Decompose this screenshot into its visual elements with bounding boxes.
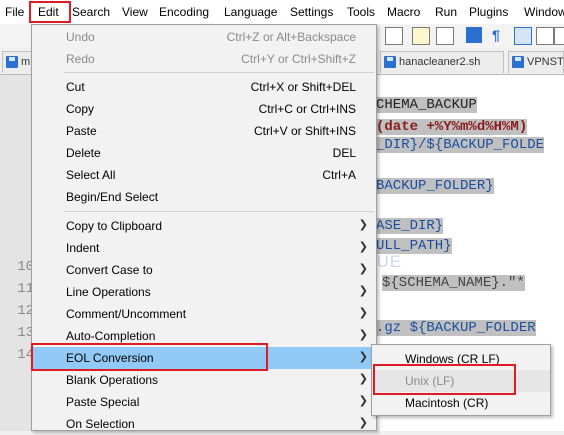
menu-run[interactable]: Run xyxy=(435,5,457,19)
code-line: (date +%Y%m%d%H%M) xyxy=(376,119,528,135)
copy-doc-icon[interactable] xyxy=(385,27,403,45)
submenu-arrow-icon: ❯ xyxy=(358,263,368,275)
folder-workspace-icon[interactable] xyxy=(554,27,564,45)
code-line: ASE_DIR} xyxy=(376,218,444,234)
submenu-arrow-icon: ❯ xyxy=(358,373,368,385)
code-line: ULL_PATH} xyxy=(376,238,452,254)
menu-item-label: Convert Case to xyxy=(66,263,153,277)
submenu-arrow-icon: ❯ xyxy=(358,307,368,319)
menu-item-label: On Selection xyxy=(66,417,135,431)
menu-item-shortcut: Ctrl+C or Ctrl+INS xyxy=(258,102,356,116)
menu-separator xyxy=(64,72,374,73)
submenu-arrow-icon: ❯ xyxy=(358,329,368,341)
menu-settings[interactable]: Settings xyxy=(290,5,333,19)
menu-item-label: Select All xyxy=(66,168,116,182)
tab-file-1[interactable]: m xyxy=(2,51,32,73)
menu-item-label: Paste xyxy=(66,124,97,138)
menu-item-begin-end-select[interactable]: Begin/End Select xyxy=(32,186,376,208)
tab-label: hanacleaner2.sh xyxy=(399,56,481,68)
submenu-arrow-icon: ❯ xyxy=(358,285,368,297)
menu-item-label: Cut xyxy=(66,80,85,94)
code-line: ${SCHEMA_NAME}."* xyxy=(382,275,525,291)
submenu-arrow-icon: ❯ xyxy=(358,417,368,429)
submenu-arrow-icon: ❯ xyxy=(358,241,368,253)
menu-window[interactable]: Window xyxy=(524,5,564,19)
menu-language[interactable]: Language xyxy=(224,5,277,19)
menubar: File Edit Search View Encoding Language … xyxy=(0,0,564,24)
menu-item-comment-uncomment[interactable]: Comment/Uncomment ❯ xyxy=(32,303,376,325)
tab-label: VPNST xyxy=(527,56,564,68)
tab-label: m xyxy=(21,56,31,68)
menu-item-select-all[interactable]: Select All Ctrl+A xyxy=(32,164,376,186)
submenu-item-macintosh-cr[interactable]: Macintosh (CR) xyxy=(372,392,550,414)
menu-item-label: Indent xyxy=(66,241,100,255)
menu-item-label: Delete xyxy=(66,146,101,160)
menu-item-shortcut: Ctrl+Z or Alt+Backspace xyxy=(226,30,356,44)
menu-item-redo[interactable]: Redo Ctrl+Y or Ctrl+Shift+Z xyxy=(32,48,376,70)
menu-item-copy[interactable]: Copy Ctrl+C or Ctrl+INS xyxy=(32,98,376,120)
indent-guide-icon[interactable] xyxy=(514,27,532,45)
document-map-icon[interactable] xyxy=(436,27,454,45)
show-all-chars-icon[interactable]: ¶ xyxy=(488,27,504,43)
submenu-item-label: Macintosh (CR) xyxy=(405,396,489,410)
menu-item-cut[interactable]: Cut Ctrl+X or Shift+DEL xyxy=(32,76,376,98)
menu-encoding[interactable]: Encoding xyxy=(159,5,209,19)
menu-item-blank-operations[interactable]: Blank Operations ❯ xyxy=(32,369,376,391)
menu-item-label: Undo xyxy=(66,30,95,44)
menu-item-shortcut: Ctrl+V or Shift+INS xyxy=(253,124,356,138)
menu-item-convert-case[interactable]: Convert Case to ❯ xyxy=(32,259,376,281)
code-line: BACKUP_FOLDER} xyxy=(376,178,494,194)
tab-vpnst[interactable]: VPNST xyxy=(508,51,564,73)
menu-item-label: Paste Special xyxy=(66,395,140,409)
menu-item-label: Line Operations xyxy=(66,285,151,299)
menu-plugins[interactable]: Plugins xyxy=(469,5,508,19)
menu-file[interactable]: File xyxy=(5,5,24,19)
menu-item-on-selection[interactable]: On Selection ❯ xyxy=(32,413,376,435)
menu-item-paste-special[interactable]: Paste Special ❯ xyxy=(32,391,376,413)
menu-item-shortcut: DEL xyxy=(332,146,356,160)
code-line: _DIR}/${BACKUP_FOLDE xyxy=(376,137,545,153)
submenu-arrow-icon: ❯ xyxy=(358,395,368,407)
menu-macro[interactable]: Macro xyxy=(387,5,420,19)
wrap-icon[interactable] xyxy=(466,27,482,43)
file-saved-icon xyxy=(6,56,18,68)
menu-tools[interactable]: Tools xyxy=(347,5,375,19)
submenu-arrow-icon: ❯ xyxy=(358,351,368,363)
sync-scroll-icon[interactable] xyxy=(412,27,430,45)
submenu-arrow-icon: ❯ xyxy=(358,219,368,231)
menu-item-label: Comment/Uncomment xyxy=(66,307,187,321)
menu-item-delete[interactable]: Delete DEL xyxy=(32,142,376,164)
menu-item-shortcut: Ctrl+A xyxy=(322,168,356,182)
unix-lf-highlight-box xyxy=(373,364,516,395)
file-saved-icon xyxy=(512,56,524,68)
menu-item-shortcut: Ctrl+X or Shift+DEL xyxy=(250,80,356,94)
menu-item-label: Begin/End Select xyxy=(66,190,159,204)
menu-item-label: Blank Operations xyxy=(66,373,159,387)
code-line: .gz ${BACKUP_FOLDER xyxy=(376,320,536,336)
menu-item-label: Auto-Completion xyxy=(66,329,156,343)
tab-hanacleaner[interactable]: hanacleaner2.sh xyxy=(380,51,504,73)
code-line: CHEMA_BACKUP xyxy=(376,97,477,113)
file-saved-icon xyxy=(384,56,396,68)
menu-item-shortcut: Ctrl+Y or Ctrl+Shift+Z xyxy=(241,52,356,66)
menu-item-label: Redo xyxy=(66,52,95,66)
menu-item-line-operations[interactable]: Line Operations ❯ xyxy=(32,281,376,303)
menu-item-label: Copy xyxy=(66,102,95,116)
edit-menu-highlight-box xyxy=(29,1,71,23)
menu-item-indent[interactable]: Indent ❯ xyxy=(32,237,376,259)
menu-item-paste[interactable]: Paste Ctrl+V or Shift+INS xyxy=(32,120,376,142)
menu-search[interactable]: Search xyxy=(72,5,110,19)
menu-item-undo[interactable]: Undo Ctrl+Z or Alt+Backspace xyxy=(32,26,376,48)
eol-conversion-highlight-box xyxy=(31,343,268,371)
menu-view[interactable]: View xyxy=(122,5,148,19)
menu-item-label: Copy to Clipboard xyxy=(66,219,163,233)
menu-separator xyxy=(64,211,374,212)
menu-item-copy-to-clipboard[interactable]: Copy to Clipboard ❯ xyxy=(32,215,376,237)
user-language-icon[interactable] xyxy=(536,27,554,45)
